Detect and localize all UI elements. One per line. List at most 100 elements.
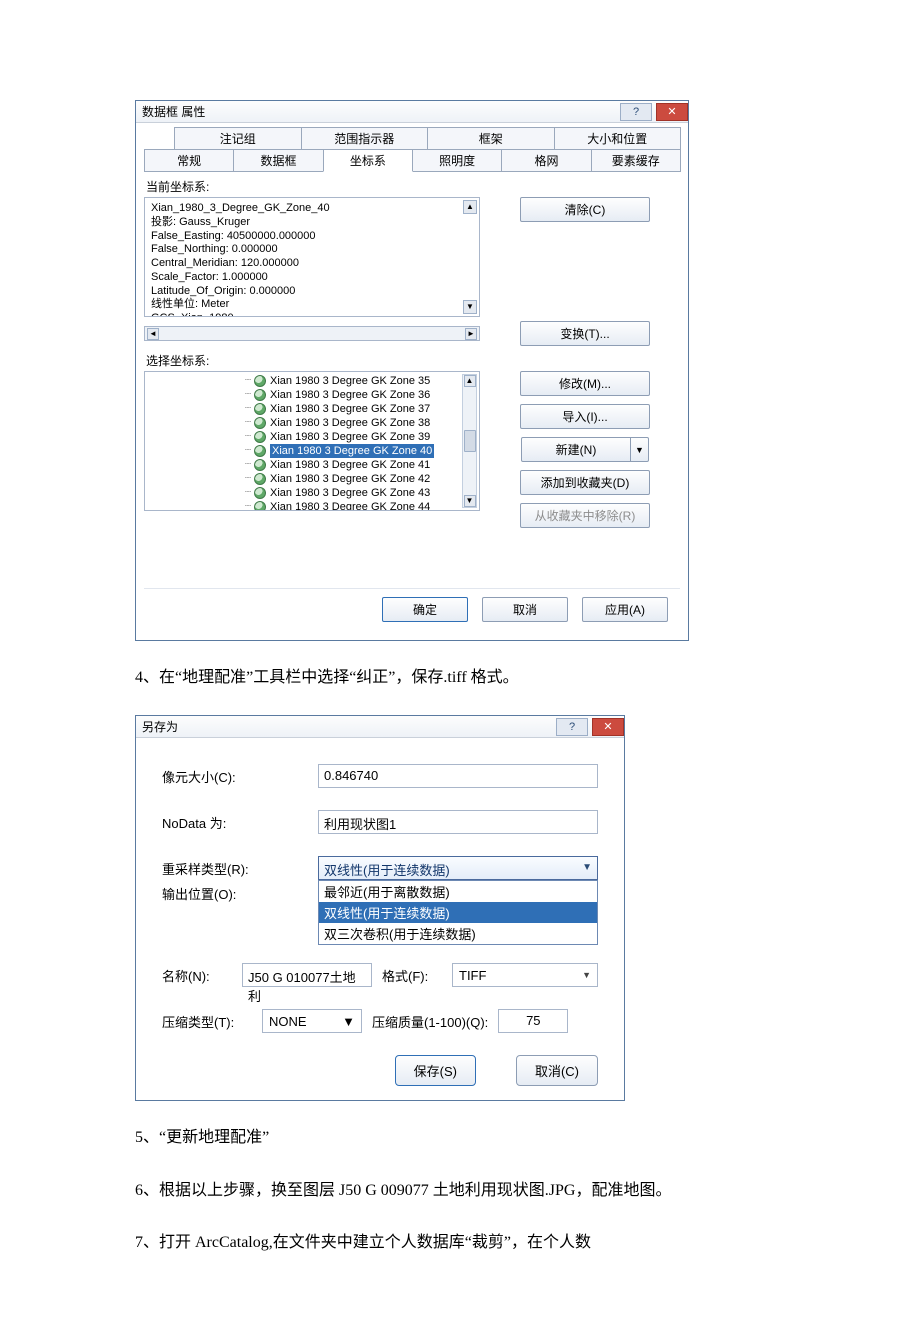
transform-button[interactable]: 变换(T)... — [520, 321, 650, 346]
tab-annotation-group[interactable]: 注记组 — [174, 127, 302, 150]
format-select[interactable]: TIFF ▼ — [452, 963, 598, 987]
coord-line: False_Northing: 0.000000 — [151, 243, 473, 257]
format-value: TIFF — [459, 968, 486, 983]
globe-icon — [254, 501, 266, 511]
new-button[interactable]: 新建(N) — [521, 437, 631, 462]
resample-option[interactable]: 双三次卷积(用于连续数据) — [319, 923, 597, 944]
add-favorites-button[interactable]: 添加到收藏夹(D) — [520, 470, 650, 495]
current-coord-textarea[interactable]: Xian_1980_3_Degree_GK_Zone_40 投影: Gauss_… — [144, 197, 480, 317]
ok-button[interactable]: 确定 — [382, 597, 468, 622]
cellsize-input[interactable]: 0.846740 — [318, 764, 598, 788]
clear-button[interactable]: 清除(C) — [520, 197, 650, 222]
tab-frame[interactable]: 框架 — [427, 127, 555, 150]
tree-item[interactable]: ┈ Xian 1980 3 Degree GK Zone 35 — [245, 374, 479, 388]
current-coord-label: 当前坐标系: — [146, 178, 680, 195]
coord-line: 投影: Gauss_Kruger — [151, 216, 473, 230]
compq-input[interactable]: 75 — [498, 1009, 568, 1033]
tab-size-position[interactable]: 大小和位置 — [554, 127, 682, 150]
titlebar[interactable]: 另存为 ? ✕ — [136, 716, 624, 738]
coord-line: Latitude_Of_Origin: 0.000000 — [151, 285, 473, 299]
globe-icon — [254, 403, 266, 415]
tree-item[interactable]: ┈Xian 1980 3 Degree GK Zone 40 — [245, 444, 479, 458]
h-scrollbar[interactable]: ◄► — [144, 326, 480, 341]
tree-item-label: Xian 1980 3 Degree GK Zone 35 — [270, 374, 430, 388]
nodata-label: NoData 为: — [162, 813, 312, 832]
tree-item-label: Xian 1980 3 Degree GK Zone 37 — [270, 402, 430, 416]
coord-line: Xian_1980_3_Degree_GK_Zone_40 — [151, 202, 473, 216]
apply-button[interactable]: 应用(A) — [582, 597, 668, 622]
coord-line: GCS_Xian_1980 — [151, 312, 473, 317]
comptype-value: NONE — [269, 1014, 307, 1029]
save-button[interactable]: 保存(S) — [395, 1055, 476, 1086]
resample-option[interactable]: 双线性(用于连续数据) — [319, 902, 597, 923]
scroll-down-icon[interactable]: ▼ — [463, 300, 477, 314]
tree-item-label: Xian 1980 3 Degree GK Zone 39 — [270, 430, 430, 444]
help-button[interactable]: ? — [620, 103, 652, 121]
tree-connector-icon: ┈ — [245, 444, 250, 458]
tab-grid[interactable]: 格网 — [501, 149, 591, 172]
tree-connector-icon: ┈ — [245, 402, 250, 416]
resample-label: 重采样类型(R): — [162, 859, 312, 878]
coord-tree[interactable]: ▲▼ ┈Xian 1980 3 Degree GK Zone 35┈Xian 1… — [144, 371, 480, 511]
name-input[interactable]: J50 G 010077土地利 — [242, 963, 372, 987]
tree-item[interactable]: ┈ Xian 1980 3 Degree GK Zone 36 — [245, 388, 479, 402]
tree-item-label: Xian 1980 3 Degree GK Zone 44 — [270, 500, 430, 511]
cancel-button[interactable]: 取消(C) — [516, 1055, 598, 1086]
tree-item[interactable]: ┈Xian 1980 3 Degree GK Zone 41 — [245, 458, 479, 472]
tree-item[interactable]: ┈Xian 1980 3 Degree GK Zone 43 — [245, 486, 479, 500]
tree-connector-icon: ┈ — [245, 388, 250, 402]
tab-illumination[interactable]: 照明度 — [412, 149, 502, 172]
comptype-select[interactable]: NONE ▼ — [262, 1009, 362, 1033]
resample-combo[interactable]: 双线性(用于连续数据) — [318, 856, 598, 880]
tree-item[interactable]: ┈ Xian 1980 3 Degree GK Zone 44 — [245, 500, 479, 511]
titlebar[interactable]: 数据框 属性 ? ✕ — [136, 101, 688, 123]
new-dropdown-icon[interactable]: ▼ — [631, 437, 649, 462]
tab-feature-cache[interactable]: 要素缓存 — [591, 149, 681, 172]
scroll-up-icon[interactable]: ▲ — [463, 200, 477, 214]
globe-icon — [254, 459, 266, 471]
globe-icon — [254, 417, 266, 429]
tree-connector-icon: ┈ — [245, 486, 250, 500]
help-button[interactable]: ? — [556, 718, 588, 736]
tree-item-label: Xian 1980 3 Degree GK Zone 41 — [270, 458, 430, 472]
compq-label: 压缩质量(1-100)(Q): — [372, 1012, 488, 1031]
tab-general[interactable]: 常规 — [144, 149, 234, 172]
cancel-button[interactable]: 取消 — [482, 597, 568, 622]
globe-icon — [254, 431, 266, 443]
import-button[interactable]: 导入(I)... — [520, 404, 650, 429]
tree-item[interactable]: ┈Xian 1980 3 Degree GK Zone 42 — [245, 472, 479, 486]
coord-line: 线性单位: Meter — [151, 298, 473, 312]
tree-connector-icon: ┈ — [245, 500, 250, 511]
tab-extent-indicator[interactable]: 范围指示器 — [301, 127, 429, 150]
tree-item[interactable]: ┈ Xian 1980 3 Degree GK Zone 38 — [245, 416, 479, 430]
globe-icon — [254, 389, 266, 401]
dialog-title: 数据框 属性 — [142, 103, 205, 120]
select-coord-label: 选择坐标系: — [146, 352, 680, 369]
tree-scrollbar[interactable]: ▲▼ — [462, 374, 477, 508]
tree-item-label: Xian 1980 3 Degree GK Zone 36 — [270, 388, 430, 402]
tree-item-label: Xian 1980 3 Degree GK Zone 42 — [270, 472, 430, 486]
step-4-text: 4、在“地理配准”工具栏中选择“纠正”，保存.tiff 格式。 — [135, 663, 785, 693]
resample-dropdown-list: 最邻近(用于离散数据)双线性(用于连续数据)双三次卷积(用于连续数据) — [318, 880, 598, 945]
dialog-title: 另存为 — [142, 718, 178, 735]
save-as-dialog: 另存为 ? ✕ 像元大小(C): 0.846740 NoData 为: 利用现状… — [135, 715, 625, 1101]
cellsize-label: 像元大小(C): — [162, 767, 312, 786]
format-label: 格式(F): — [382, 966, 442, 985]
tree-item-label: Xian 1980 3 Degree GK Zone 38 — [270, 416, 430, 430]
tab-coord-system[interactable]: 坐标系 — [323, 149, 413, 172]
tab-dataframe[interactable]: 数据框 — [233, 149, 323, 172]
nodata-input[interactable]: 利用现状图1 — [318, 810, 598, 834]
tree-connector-icon: ┈ — [245, 374, 250, 388]
modify-button[interactable]: 修改(M)... — [520, 371, 650, 396]
comptype-label: 压缩类型(T): — [162, 1012, 252, 1031]
resample-option[interactable]: 最邻近(用于离散数据) — [319, 881, 597, 902]
close-button[interactable]: ✕ — [592, 718, 624, 736]
tree-item[interactable]: ┈Xian 1980 3 Degree GK Zone 39 — [245, 430, 479, 444]
coord-line: Scale_Factor: 1.000000 — [151, 271, 473, 285]
tree-connector-icon: ┈ — [245, 416, 250, 430]
close-button[interactable]: ✕ — [656, 103, 688, 121]
step-6-text: 6、根据以上步骤，换至图层 J50 G 009077 土地利用现状图.JPG，配… — [135, 1176, 785, 1206]
tree-item[interactable]: ┈ Xian 1980 3 Degree GK Zone 37 — [245, 402, 479, 416]
remove-favorites-button[interactable]: 从收藏夹中移除(R) — [520, 503, 650, 528]
tabs: 注记组 范围指示器 框架 大小和位置 常规 数据框 坐标系 照明度 格网 要素缓… — [144, 127, 680, 172]
